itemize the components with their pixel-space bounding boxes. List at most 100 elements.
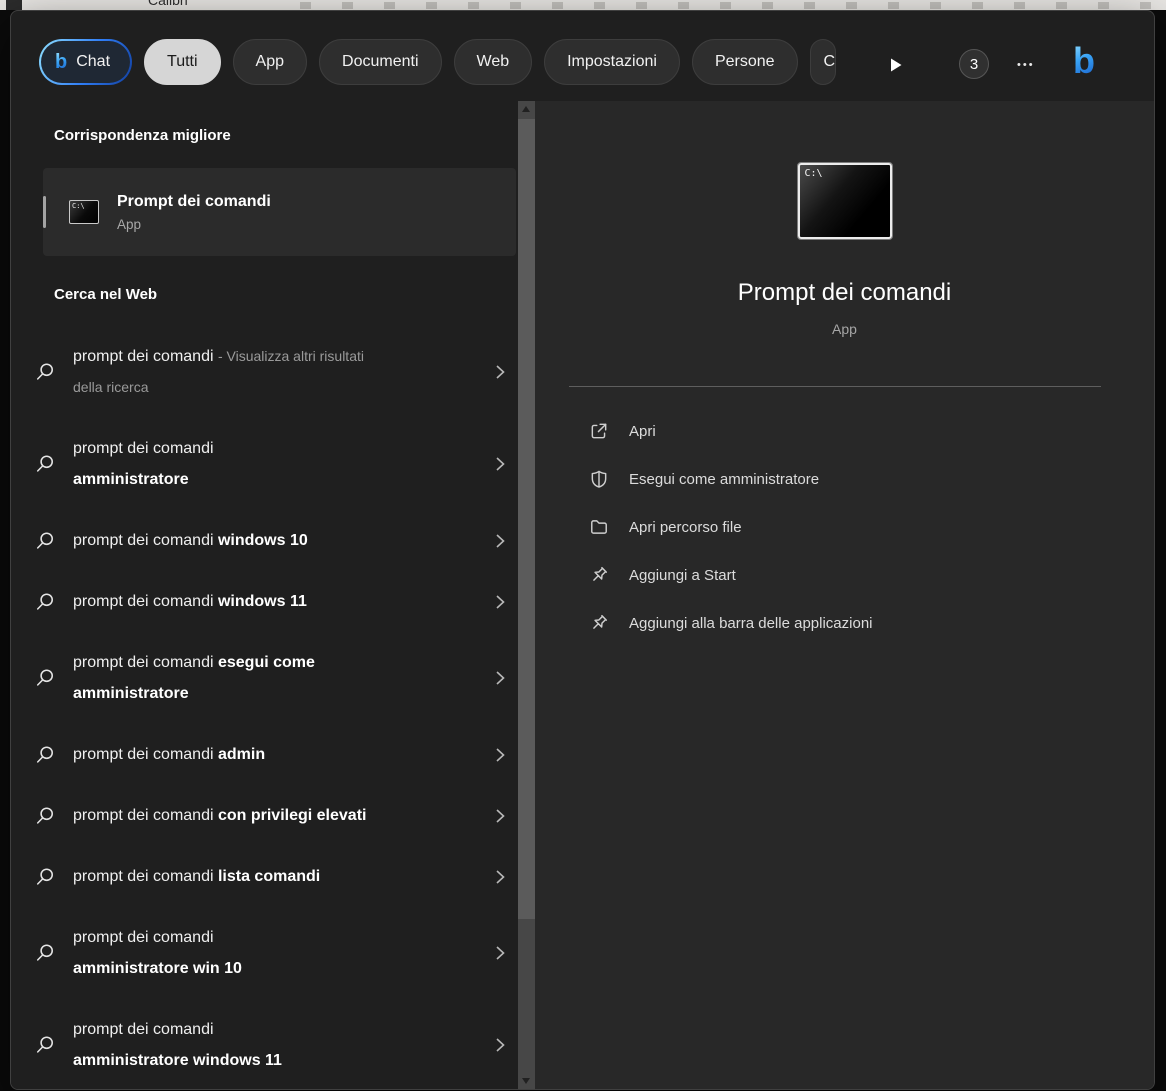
search-icon [33,452,57,476]
search-suggestion[interactable]: prompt dei comandi amministratore win 10 [11,907,518,999]
search-icon [33,529,57,553]
tab-chat-label: Chat [76,53,110,71]
toolbar-icon-stub [6,0,22,10]
actions-list: Apri Esegui come amministratore [535,407,1154,647]
tab-impostazioni[interactable]: Impostazioni [544,39,680,85]
suggestion-query: prompt dei comandi [73,746,214,763]
web-suggestions: prompt dei comandi - Visualizza altri ri… [11,326,518,1090]
chevron-right-icon [494,362,506,382]
shield-icon [589,469,609,489]
suggestion-completion: windows 11 [218,593,307,610]
suggestion-query: prompt dei comandi [73,532,214,549]
search-icon [33,804,57,828]
search-suggestion[interactable]: prompt dei comandi con privilegi elevati [11,785,518,846]
tab-label: Persone [715,53,775,71]
tab-label: App [256,53,284,71]
best-match-title: Prompt dei comandi [117,193,271,211]
chevron-right-icon [494,454,506,474]
scrollbar-thumb[interactable] [518,119,535,919]
best-match-header: Corrispondenza migliore [54,127,518,144]
action-label: Aggiungi a Start [629,567,736,584]
web-search-header: Cerca nel Web [54,286,518,303]
chevron-right-icon [494,745,506,765]
tab-persone[interactable]: Persone [692,39,798,85]
scrollbar[interactable] [518,101,535,1089]
search-suggestion[interactable]: prompt dei comandi windows 10 [11,510,518,571]
suggestion-query: prompt dei comandi [73,593,214,610]
suggestion-completion: con privilegi elevati [218,807,367,824]
action-label: Apri percorso file [629,519,742,536]
chevron-right-icon [494,668,506,688]
suggestion-query: prompt dei comandi [73,654,214,671]
chevron-right-icon [494,943,506,963]
play-icon[interactable] [889,57,903,73]
tab-documenti[interactable]: Documenti [319,39,441,85]
search-icon [33,1033,57,1057]
search-icon [33,743,57,767]
results-pane: Corrispondenza migliore C:\ Prompt dei c… [11,101,518,1089]
app-type: App [535,321,1154,337]
suggestion-query: prompt dei comandi [73,807,214,824]
chevron-right-icon [494,806,506,826]
tab-partial[interactable]: C [810,39,836,85]
count-badge[interactable]: 3 [959,49,989,79]
action-run-as-admin[interactable]: Esegui come amministratore [535,455,1154,503]
chevron-right-icon [494,867,506,887]
tab-label: Tutti [167,53,198,71]
search-tabbar: b Chat Tutti App Documenti Web Impostazi… [11,11,1154,101]
folder-icon [589,517,609,537]
tab-label: Documenti [342,53,418,71]
suggestion-query: prompt dei comandi [73,1014,375,1045]
scroll-down-icon[interactable] [522,1078,530,1084]
action-label: Apri [629,423,656,440]
open-external-icon [589,421,609,441]
command-prompt-icon-text: C:\ [72,202,85,210]
search-icon [33,360,57,384]
pin-icon [589,565,609,585]
tab-web[interactable]: Web [454,39,533,85]
suggestion-completion: amministratore windows 11 [73,1052,282,1069]
suggestion-query: prompt dei comandi [73,348,214,365]
search-suggestion[interactable]: prompt dei comandi esegui come amministr… [11,632,518,724]
suggestion-query: prompt dei comandi [73,922,375,953]
count-badge-value: 3 [970,56,978,73]
divider [569,386,1101,387]
tab-tutti[interactable]: Tutti [144,39,221,85]
action-label: Aggiungi alla barra delle applicazioni [629,615,873,632]
font-name-label: Calibri [148,0,188,8]
action-label: Esegui come amministratore [629,471,819,488]
preview-pane: C:\ Prompt dei comandi App Apri [535,101,1154,1089]
suggestion-completion: lista comandi [218,868,320,885]
best-match-item[interactable]: C:\ Prompt dei comandi App [43,168,516,256]
search-suggestion[interactable]: prompt dei comandi amministratore window… [11,999,518,1090]
tab-chat[interactable]: b Chat [39,39,132,85]
command-prompt-icon: C:\ [69,200,99,224]
search-suggestion[interactable]: prompt dei comandi admin [11,724,518,785]
action-open-file-location[interactable]: Apri percorso file [535,503,1154,551]
windows-search-flyout: b Chat Tutti App Documenti Web Impostazi… [10,10,1155,1090]
search-icon [33,666,57,690]
bing-logo[interactable]: b [1073,43,1095,79]
screen: Calibri b Chat Tutti App Documenti Web I… [0,0,1166,1091]
suggestion-query: prompt dei comandi [73,868,214,885]
search-suggestion[interactable]: prompt dei comandi windows 11 [11,571,518,632]
tab-app[interactable]: App [233,39,307,85]
suggestion-completion: amministratore [73,471,189,488]
tab-label: C [824,53,836,71]
search-suggestion[interactable]: prompt dei comandi lista comandi [11,846,518,907]
action-pin-to-start[interactable]: Aggiungi a Start [535,551,1154,599]
suggestion-completion: windows 10 [218,532,308,549]
suggestion-query: prompt dei comandi [73,433,375,464]
search-suggestion[interactable]: prompt dei comandi - Visualizza altri ri… [11,326,518,418]
action-pin-to-taskbar[interactable]: Aggiungi alla barra delle applicazioni [535,599,1154,647]
bing-logo-glyph: b [1073,40,1095,81]
toolbar-icons-row [300,2,1156,9]
suggestion-completion: admin [218,746,265,763]
more-options-icon[interactable]: ••• [1017,59,1035,71]
action-open[interactable]: Apri [535,407,1154,455]
search-suggestion[interactable]: prompt dei comandi amministratore [11,418,518,510]
chevron-right-icon [494,531,506,551]
search-icon [33,865,57,889]
scroll-up-icon[interactable] [522,106,530,112]
tab-label: Impostazioni [567,53,657,71]
